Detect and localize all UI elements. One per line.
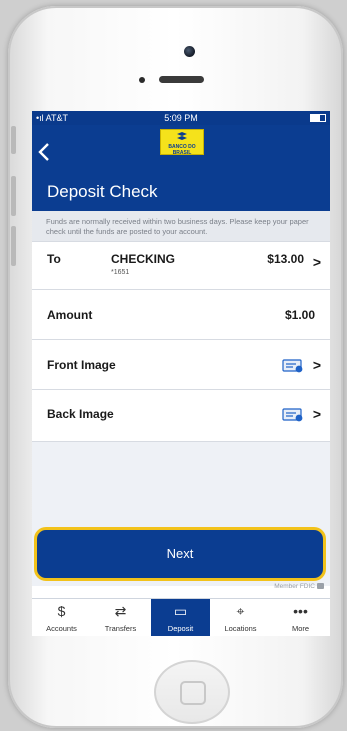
volume-up-button bbox=[11, 176, 16, 216]
deposit-info-text: Funds are normally received within two b… bbox=[32, 211, 330, 241]
logo-text: BANCO DO BRASIL bbox=[168, 144, 196, 156]
tab-bar: $ Accounts ⇄ Transfers ▭ Deposit ⌖ Locat… bbox=[32, 598, 330, 636]
tab-label: Locations bbox=[224, 624, 257, 633]
transfer-icon: ⇄ bbox=[114, 603, 127, 619]
next-button[interactable]: Next bbox=[34, 527, 326, 581]
chevron-left-icon bbox=[38, 143, 49, 161]
amount-label: Amount bbox=[47, 308, 93, 322]
app-screen: •ıl AT&T 5:09 PM BANCO DO BRASIL Deposit… bbox=[32, 111, 330, 636]
chevron-right-icon: > bbox=[312, 406, 321, 422]
check-camera-icon bbox=[282, 359, 303, 373]
volume-down-button bbox=[11, 226, 16, 266]
tab-label: More bbox=[291, 624, 310, 633]
tab-deposit[interactable]: ▭ Deposit bbox=[151, 599, 210, 636]
account-number: *1651 bbox=[111, 269, 130, 276]
back-image-row[interactable]: Back Image > bbox=[32, 389, 330, 441]
empty-content-area bbox=[32, 441, 330, 527]
battery-icon bbox=[310, 111, 326, 125]
chevron-right-icon: > bbox=[312, 357, 321, 373]
tab-transfers[interactable]: ⇄ Transfers bbox=[91, 599, 150, 636]
tab-label: Accounts bbox=[46, 624, 77, 633]
to-label: To bbox=[47, 252, 61, 266]
mute-switch bbox=[11, 126, 16, 154]
tab-label: Deposit bbox=[167, 624, 194, 633]
bank-logo: BANCO DO BRASIL bbox=[160, 129, 204, 156]
amount-row[interactable]: Amount $1.00 bbox=[32, 289, 330, 339]
front-camera bbox=[184, 46, 195, 57]
tab-label: Transfers bbox=[104, 624, 137, 633]
earpiece-speaker bbox=[159, 76, 204, 83]
home-button[interactable] bbox=[154, 660, 230, 724]
next-button-area: Next bbox=[32, 526, 330, 586]
app-header: BANCO DO BRASIL Deposit Check bbox=[32, 125, 330, 211]
front-image-row[interactable]: Front Image > bbox=[32, 339, 330, 389]
account-balance: $13.00 bbox=[267, 252, 304, 266]
account-name: CHECKING bbox=[111, 252, 176, 266]
lock-icon bbox=[317, 583, 324, 590]
location-pin-icon: ⌖ bbox=[236, 603, 245, 619]
logo-mark-icon bbox=[177, 132, 187, 140]
front-image-label: Front Image bbox=[47, 358, 116, 372]
more-icon: ••• bbox=[293, 603, 308, 619]
status-bar: •ıl AT&T 5:09 PM bbox=[32, 111, 330, 125]
member-fdic-label: Member FDIC bbox=[274, 583, 324, 590]
back-button[interactable] bbox=[38, 143, 56, 165]
proximity-sensor bbox=[139, 77, 145, 83]
amount-value: $1.00 bbox=[284, 308, 315, 322]
dollar-icon: $ bbox=[57, 603, 66, 619]
chevron-right-icon: > bbox=[312, 254, 321, 270]
tab-locations[interactable]: ⌖ Locations bbox=[211, 599, 270, 636]
tab-accounts[interactable]: $ Accounts bbox=[32, 599, 91, 636]
status-time: 5:09 PM bbox=[164, 113, 198, 123]
deposit-check-icon: ▭ bbox=[173, 603, 188, 619]
check-camera-icon bbox=[282, 408, 303, 422]
to-account-row[interactable]: To CHECKING *1651 $13.00 > bbox=[32, 241, 330, 289]
back-image-label: Back Image bbox=[47, 407, 114, 421]
page-title: Deposit Check bbox=[47, 182, 158, 201]
tab-more[interactable]: ••• More bbox=[271, 599, 330, 636]
